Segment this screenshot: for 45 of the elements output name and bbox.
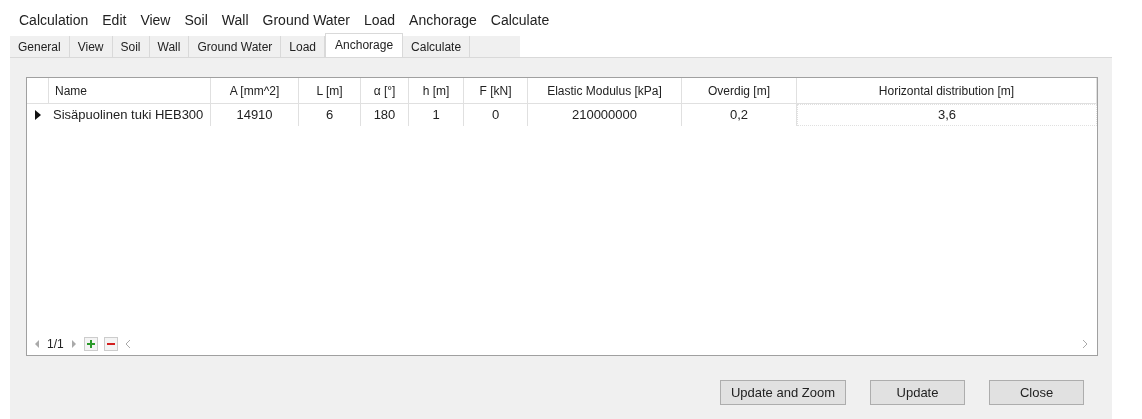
scroll-left-icon[interactable] <box>123 339 132 349</box>
tab[interactable]: General <box>10 36 70 57</box>
menu-item[interactable]: Calculation <box>19 10 89 34</box>
table-cell[interactable]: 14910 <box>211 104 299 126</box>
table-cell[interactable]: Sisäpuolinen tuki HEB300 <box>49 104 211 126</box>
menu-item[interactable]: View <box>140 10 171 34</box>
scroll-right-icon[interactable] <box>1081 339 1089 349</box>
dialog-button[interactable]: Close <box>989 380 1084 405</box>
column-header[interactable]: α [°] <box>373 81 396 100</box>
column-header[interactable]: L [m] <box>316 81 343 100</box>
menu-item[interactable]: Soil <box>184 10 208 34</box>
table-cell[interactable]: 210000000 <box>528 104 682 126</box>
menu-item[interactable]: Wall <box>221 10 249 34</box>
tab[interactable]: View <box>69 36 113 57</box>
column-header[interactable]: A [mm^2] <box>229 81 280 100</box>
column-header[interactable]: h [m] <box>422 81 450 100</box>
table-cell[interactable]: 3,6 <box>797 104 1097 126</box>
add-icon[interactable] <box>83 337 98 351</box>
menu-item[interactable]: Calculate <box>490 10 550 34</box>
tab[interactable]: Calculate <box>403 36 471 57</box>
column-header[interactable]: Elastic Modulus [kPa] <box>547 81 662 100</box>
tab[interactable]: Load <box>281 36 326 57</box>
previous-icon[interactable] <box>33 339 41 349</box>
table-cell[interactable]: 0,2 <box>682 104 797 126</box>
tab[interactable]: Ground Water <box>189 36 282 57</box>
table-cell[interactable]: 1 <box>409 104 464 126</box>
table-cell[interactable]: 180 <box>361 104 409 126</box>
tab[interactable]: Soil <box>112 36 150 57</box>
tab[interactable]: Wall <box>149 36 190 57</box>
column-header[interactable]: Horizontal distribution [m] <box>878 81 1015 100</box>
menu-item[interactable]: Load <box>363 10 396 34</box>
menu-item[interactable]: Anchorage <box>409 10 477 34</box>
menu-item[interactable]: Ground Water <box>262 10 350 34</box>
next-icon[interactable] <box>69 339 78 349</box>
table-cell[interactable]: 0 <box>464 104 528 126</box>
table-cell[interactable]: 6 <box>299 104 361 126</box>
column-header[interactable]: Overdig [m] <box>708 81 770 100</box>
dialog-button[interactable]: Update and Zoom <box>719 380 846 405</box>
column-header[interactable]: Name <box>55 81 87 100</box>
column-header[interactable]: F [kN] <box>479 81 512 100</box>
dialog-button[interactable]: Update <box>870 380 965 405</box>
tab[interactable]: Anchorage <box>325 33 404 57</box>
page-indicator: 1/1 <box>47 336 64 353</box>
remove-icon[interactable] <box>103 337 118 351</box>
menu-item[interactable]: Edit <box>102 10 127 34</box>
